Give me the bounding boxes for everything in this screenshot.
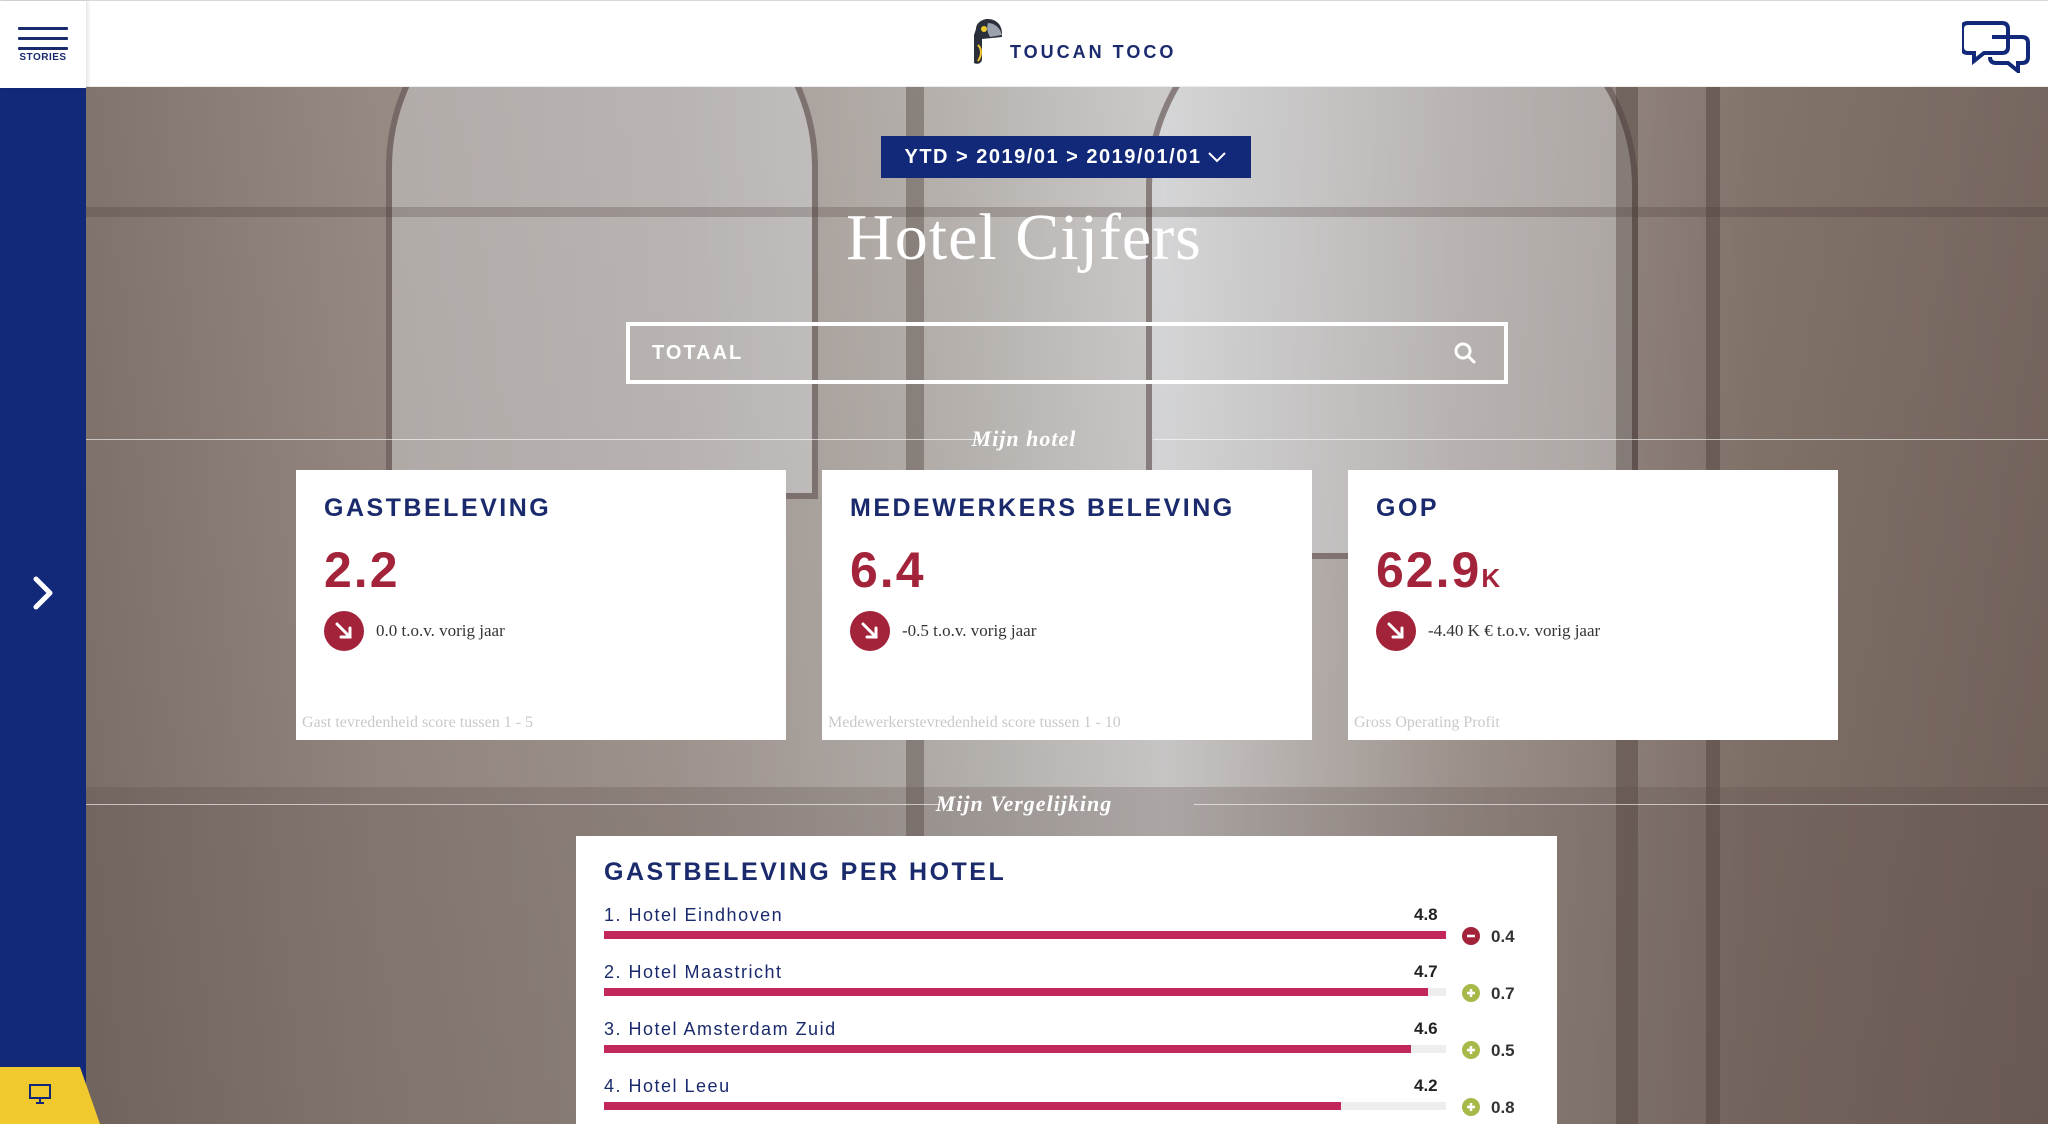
kpi-value-number: 2.2 <box>324 542 400 598</box>
kpi-value: 6.4 <box>850 541 1284 599</box>
page-title: Hotel Cijfers <box>846 201 1202 274</box>
ranking-row[interactable]: 3. Hotel Amsterdam Zuid 4.6 0.5 <box>604 1019 1529 1076</box>
kpi-value-number: 6.4 <box>850 542 926 598</box>
ranking-row[interactable]: 2. Hotel Maastricht 4.7 0.7 <box>604 962 1529 1019</box>
ranking-bar-fill <box>604 931 1446 939</box>
kpi-trend-text: 0.0 t.o.v. vorig jaar <box>376 621 505 640</box>
kpi-value: 62.9K <box>1376 541 1810 599</box>
ranking-row-value: 4.2 <box>1414 1076 1438 1095</box>
ranking-row-value: 4.7 <box>1414 962 1438 981</box>
ranking-row-label: 3. Hotel Amsterdam Zuid <box>604 1019 837 1039</box>
kpi-title: GOP <box>1376 494 1440 522</box>
ranking-row-delta: 0.8 <box>1491 1098 1515 1117</box>
ranking-row-delta: 0.5 <box>1491 1041 1515 1060</box>
ranking-bar-fill <box>604 988 1429 996</box>
kpi-trend: -0.5 t.o.v. vorig jaar <box>850 611 1284 651</box>
ranking-row-label: 1. Hotel Eindhoven <box>604 905 784 925</box>
kpi-description: Gast tevredenheid score tussen 1 - 5 <box>302 714 534 731</box>
kpi-trend-text: -0.5 t.o.v. vorig jaar <box>902 621 1037 640</box>
kpi-value: 2.2 <box>324 541 758 599</box>
ranking-card-gastbeleving-per-hotel[interactable]: GASTBELEVING PER HOTEL 1. Hotel Eindhove… <box>576 836 1557 1124</box>
toucan-icon <box>974 19 1002 64</box>
kpi-unit: K <box>1481 563 1502 593</box>
ranking-row-delta: 0.7 <box>1491 984 1515 1003</box>
section-title-text: Mijn hotel <box>971 426 1077 451</box>
ranking-bar-fill <box>604 1045 1411 1053</box>
ranking-bar-track <box>604 1102 1446 1110</box>
chevron-down-icon <box>1208 152 1227 163</box>
kpi-trend: 0.0 t.o.v. vorig jaar <box>324 611 758 651</box>
chevron-right-icon[interactable] <box>28 575 58 611</box>
trend-down-icon <box>850 611 890 651</box>
ranking-title: GASTBELEVING PER HOTEL <box>604 858 1007 886</box>
kpi-card-gastbeleving[interactable]: GASTBELEVING 2.2 0.0 t.o.v. vorig jaar G… <box>296 470 786 740</box>
search-input[interactable] <box>630 340 1452 366</box>
search-icon[interactable] <box>1452 340 1478 366</box>
kpi-value-number: 62.9 <box>1376 542 1482 598</box>
toucan-toco-logo: TOUCAN TOCO <box>968 19 1176 67</box>
ranking-row-label: 4. Hotel Leeu <box>604 1076 731 1096</box>
minus-circle-icon <box>1462 927 1480 945</box>
top-bar: STORIES TOUCAN TOCO <box>0 0 2048 88</box>
ranking-row-value: 4.8 <box>1414 905 1438 924</box>
kpi-description: Gross Operating Profit <box>1354 714 1500 731</box>
ranking-bar-track <box>604 1045 1446 1053</box>
desktop-view-button[interactable] <box>0 1067 100 1124</box>
kpi-trend: -4.40 K € t.o.v. vorig jaar <box>1376 611 1810 651</box>
chat-button[interactable] <box>1960 17 2030 76</box>
stories-menu-button[interactable]: STORIES <box>0 1 86 88</box>
ranking-row-label: 2. Hotel Maastricht <box>604 962 783 982</box>
search-box <box>626 322 1508 384</box>
plus-circle-icon <box>1462 1041 1480 1059</box>
kpi-title: MEDEWERKERS BELEVING <box>850 494 1235 522</box>
kpi-description: Medewerkerstevredenheid score tussen 1 -… <box>828 714 1121 731</box>
ranking-row[interactable]: 1. Hotel Eindhoven 4.8 0.4 <box>604 905 1529 962</box>
ranking-bar-track <box>604 988 1446 996</box>
section-title-mijn-hotel: Mijn hotel <box>0 426 2048 452</box>
ranking-row[interactable]: 4. Hotel Leeu 4.2 0.8 <box>604 1076 1529 1124</box>
chat-bubbles-icon <box>1960 21 2030 76</box>
stories-label: STORIES <box>19 51 67 63</box>
hamburger-icon <box>18 26 68 50</box>
breadcrumb-label: YTD > 2019/01 > 2019/01/01 <box>904 145 1202 168</box>
kpi-title: GASTBELEVING <box>324 494 552 522</box>
logo-text: TOUCAN TOCO <box>1010 41 1177 62</box>
kpi-trend-text: -4.40 K € t.o.v. vorig jaar <box>1428 621 1601 640</box>
section-title-mijn-vergelijking: Mijn Vergelijking <box>0 791 2048 817</box>
left-sidebar <box>0 87 100 1124</box>
plus-circle-icon <box>1462 1098 1480 1116</box>
kpi-card-medewerkers-beleving[interactable]: MEDEWERKERS BELEVING 6.4 -0.5 t.o.v. vor… <box>822 470 1312 740</box>
ranking-bar-track <box>604 931 1446 939</box>
section-title-text: Mijn Vergelijking <box>935 791 1113 816</box>
kpi-card-gop[interactable]: GOP 62.9K -4.40 K € t.o.v. vorig jaar Gr… <box>1348 470 1838 740</box>
ranking-row-delta: 0.4 <box>1491 927 1515 946</box>
ranking-bar-fill <box>604 1102 1341 1110</box>
trend-down-icon <box>324 611 364 651</box>
ranking-row-value: 4.6 <box>1414 1019 1438 1038</box>
plus-circle-icon <box>1462 984 1480 1002</box>
monitor-icon <box>29 1084 51 1104</box>
trend-down-icon <box>1376 611 1416 651</box>
date-breadcrumb-dropdown[interactable]: YTD > 2019/01 > 2019/01/01 <box>881 136 1251 178</box>
